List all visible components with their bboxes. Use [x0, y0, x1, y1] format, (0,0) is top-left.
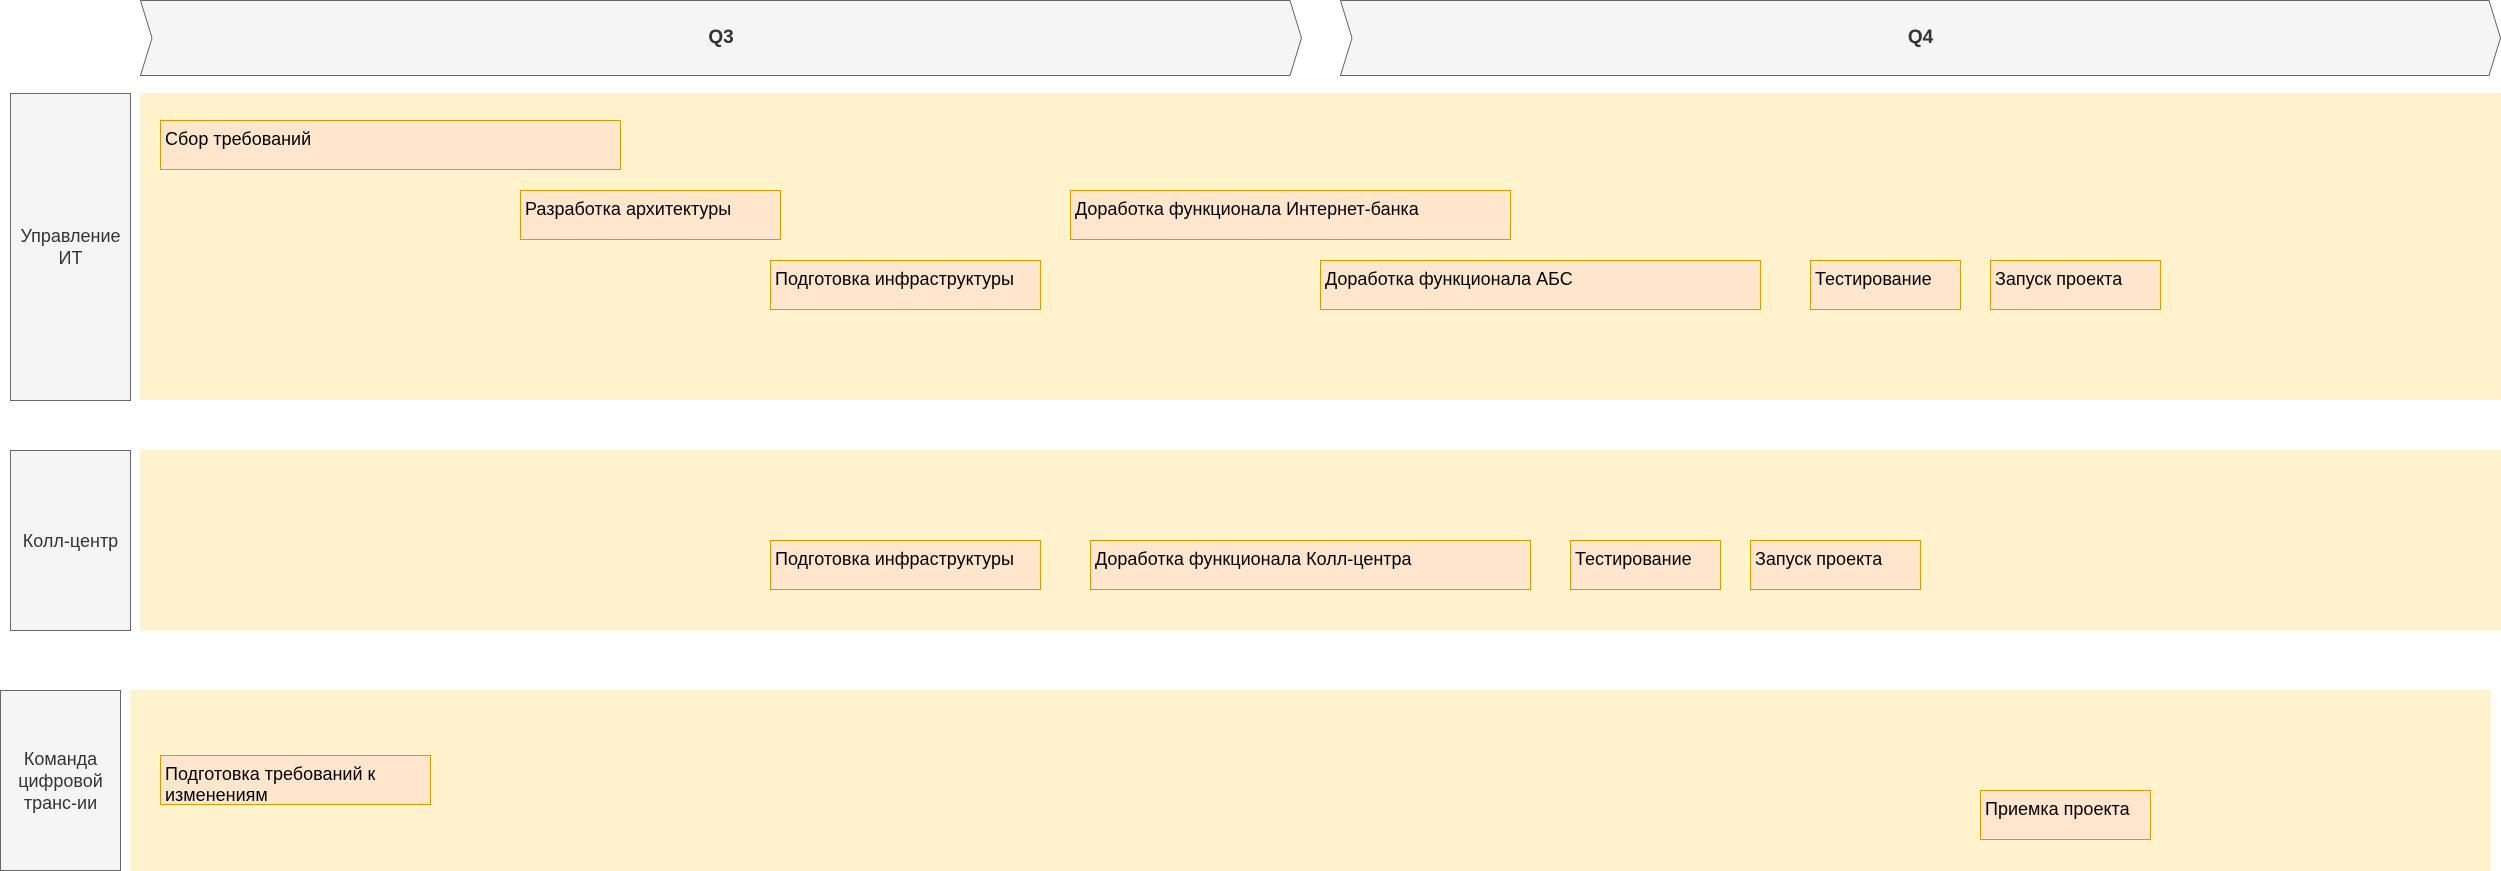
- task-it-infrastructure[interactable]: Подготовка инфраструктуры: [770, 260, 1041, 310]
- task-it-internet-bank[interactable]: Доработка функционала Интернет-банка: [1070, 190, 1511, 240]
- task-call-launch[interactable]: Запуск проекта: [1750, 540, 1921, 590]
- swimlane-digital: [130, 690, 2491, 871]
- lane-label-digital: Команда цифровой транс-ии: [0, 690, 121, 871]
- task-call-functionality[interactable]: Доработка функционала Колл-центра: [1090, 540, 1531, 590]
- quarter-header-q3: Q3: [139, 0, 1303, 76]
- task-it-requirements[interactable]: Сбор требований: [160, 120, 621, 170]
- lane-label-call-center: Колл-центр: [10, 450, 131, 631]
- task-it-abs[interactable]: Доработка функционала АБС: [1320, 260, 1761, 310]
- task-it-architecture[interactable]: Разработка архитектуры: [520, 190, 781, 240]
- quarter-label: Q3: [708, 27, 734, 48]
- task-digital-requirements[interactable]: Подготовка требований к изменениям: [160, 755, 431, 805]
- task-call-testing[interactable]: Тестирование: [1570, 540, 1721, 590]
- task-digital-acceptance[interactable]: Приемка проекта: [1980, 790, 2151, 840]
- task-it-testing[interactable]: Тестирование: [1810, 260, 1961, 310]
- task-call-infrastructure[interactable]: Подготовка инфраструктуры: [770, 540, 1041, 590]
- lane-label-it: Управление ИТ: [10, 93, 131, 401]
- task-it-launch[interactable]: Запуск проекта: [1990, 260, 2161, 310]
- quarter-label: Q4: [1907, 27, 1934, 48]
- quarter-header-q4: Q4: [1339, 0, 2501, 76]
